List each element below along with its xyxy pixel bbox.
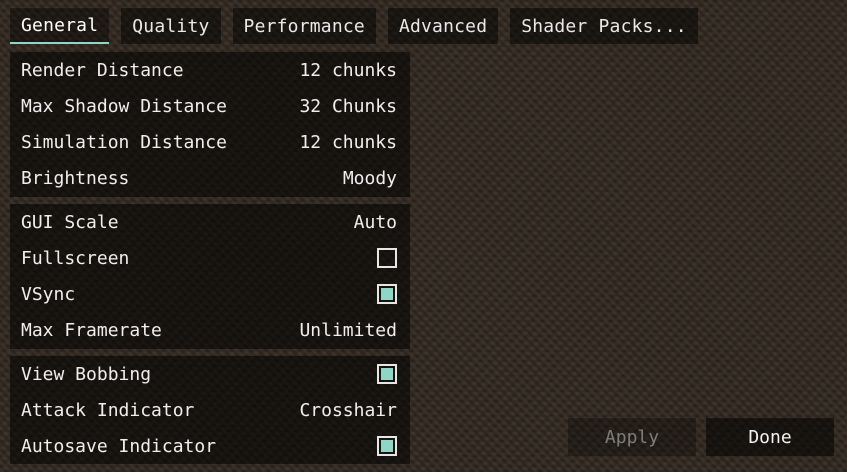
view-bobbing-checkbox[interactable] xyxy=(377,364,397,384)
option-label: Simulation Distance xyxy=(21,131,227,153)
fullscreen-option[interactable]: Fullscreen xyxy=(10,240,410,276)
option-value: Auto xyxy=(353,211,397,233)
option-label: Render Distance xyxy=(21,59,184,81)
done-button[interactable]: Done xyxy=(706,418,834,456)
option-value: 12 chunks xyxy=(299,131,397,153)
tab-quality[interactable]: Quality xyxy=(121,8,221,44)
option-label: Autosave Indicator xyxy=(21,435,217,457)
render-distance-option[interactable]: Render Distance 12 chunks xyxy=(10,52,410,88)
fullscreen-checkbox[interactable] xyxy=(377,248,397,268)
vsync-option[interactable]: VSync xyxy=(10,276,410,312)
settings-group-window: GUI Scale Auto Fullscreen VSync Max Fram… xyxy=(10,204,410,349)
autosave-indicator-checkbox[interactable] xyxy=(377,436,397,456)
brightness-option[interactable]: Brightness Moody xyxy=(10,160,410,196)
option-label: VSync xyxy=(21,283,76,305)
option-label: Max Framerate xyxy=(21,319,162,341)
settings-group-misc: View Bobbing Attack Indicator Crosshair … xyxy=(10,356,410,464)
simulation-distance-option[interactable]: Simulation Distance 12 chunks xyxy=(10,124,410,160)
tab-advanced[interactable]: Advanced xyxy=(387,8,499,44)
max-framerate-option[interactable]: Max Framerate Unlimited xyxy=(10,312,410,348)
tab-performance[interactable]: Performance xyxy=(232,8,376,44)
option-label: Max Shadow Distance xyxy=(21,95,227,117)
option-value: Unlimited xyxy=(299,319,397,341)
option-label: Attack Indicator xyxy=(21,399,195,421)
option-value: Moody xyxy=(342,167,397,189)
option-label: Fullscreen xyxy=(21,247,130,269)
gui-scale-option[interactable]: GUI Scale Auto xyxy=(10,204,410,240)
option-label: Brightness xyxy=(21,167,130,189)
tab-shader-packs[interactable]: Shader Packs... xyxy=(510,8,698,44)
option-label: GUI Scale xyxy=(21,211,119,233)
vsync-checkbox[interactable] xyxy=(377,284,397,304)
option-value: 32 Chunks xyxy=(299,95,397,117)
option-label: View Bobbing xyxy=(21,363,152,385)
settings-group-view: Render Distance 12 chunks Max Shadow Dis… xyxy=(10,52,410,197)
attack-indicator-option[interactable]: Attack Indicator Crosshair xyxy=(10,392,410,428)
apply-button[interactable]: Apply xyxy=(568,418,696,456)
max-shadow-distance-option[interactable]: Max Shadow Distance 32 Chunks xyxy=(10,88,410,124)
autosave-indicator-option[interactable]: Autosave Indicator xyxy=(10,428,410,464)
option-value: 12 chunks xyxy=(299,59,397,81)
option-value: Crosshair xyxy=(299,399,397,421)
tab-general[interactable]: General xyxy=(10,8,110,44)
tab-bar: General Quality Performance Advanced Sha… xyxy=(10,8,698,46)
view-bobbing-option[interactable]: View Bobbing xyxy=(10,356,410,392)
